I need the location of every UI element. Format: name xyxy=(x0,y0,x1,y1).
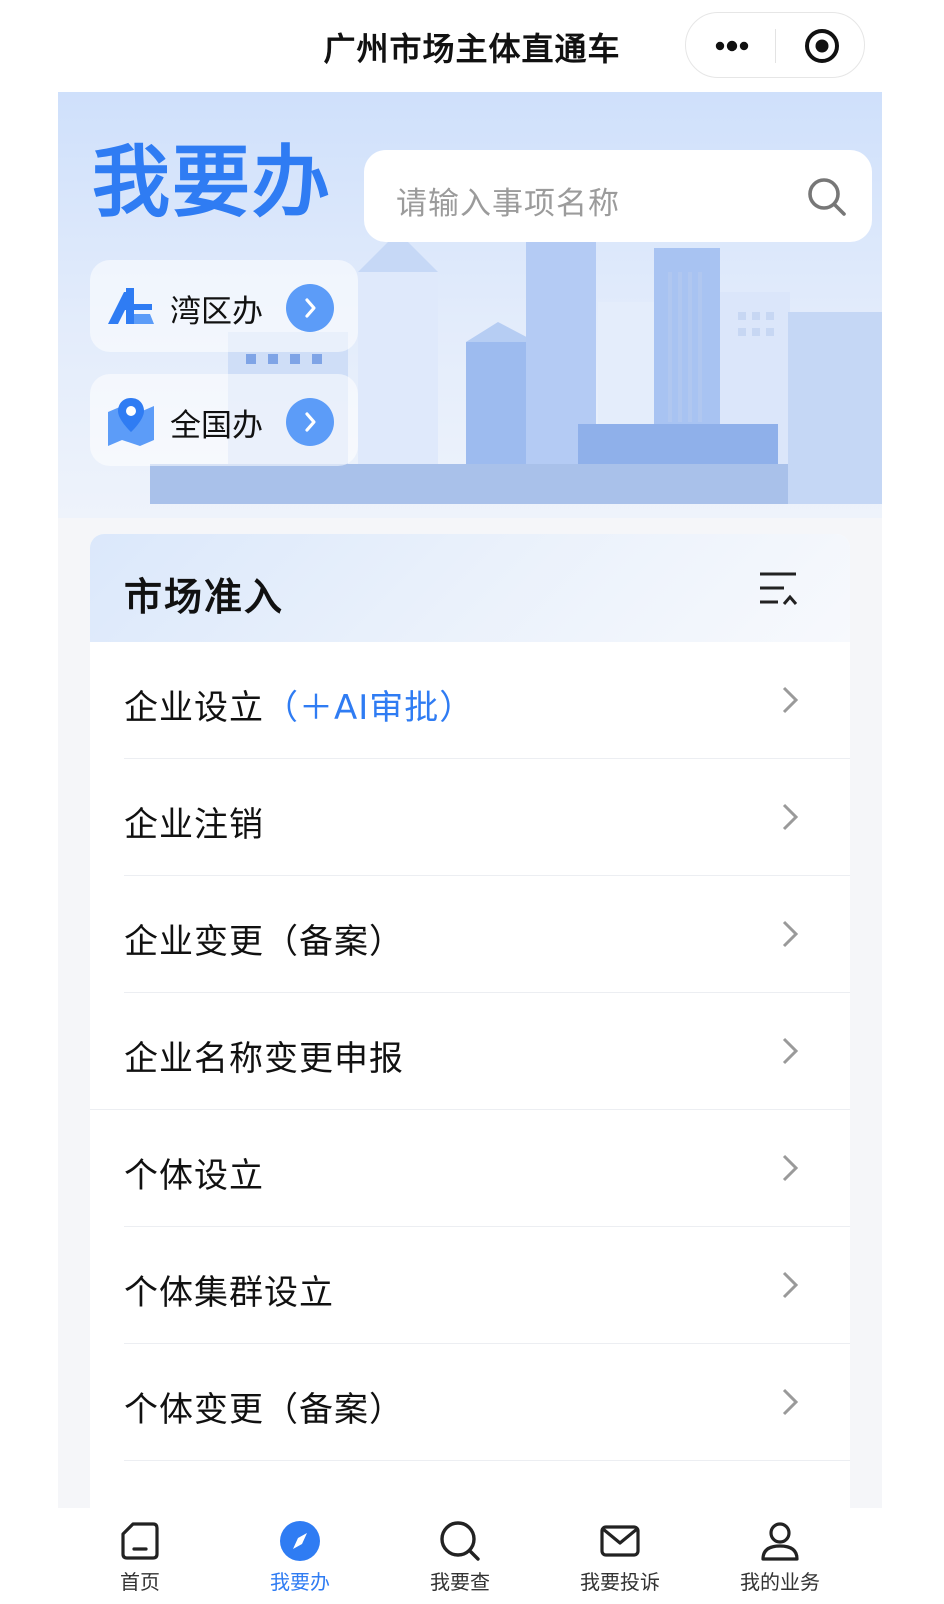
chevron-right-icon xyxy=(782,1037,799,1065)
bay-area-logo-icon xyxy=(108,288,154,324)
item-text: 企业设立 xyxy=(124,688,264,728)
collapse-list-icon[interactable] xyxy=(758,568,798,608)
list-item-label: 企业注销 xyxy=(124,805,264,845)
chevron-right-icon xyxy=(782,1154,799,1182)
search-icon xyxy=(440,1521,480,1561)
section-title: 市场准入 xyxy=(124,575,285,619)
list-item[interactable]: 企业名称变更申报 xyxy=(90,993,850,1110)
close-target-icon[interactable] xyxy=(804,28,840,64)
tab-label: 我要投诉 xyxy=(580,1570,660,1594)
mini-program-capsule xyxy=(685,12,865,78)
user-icon xyxy=(761,1522,799,1561)
list-item-label: 企业名称变更申报 xyxy=(124,1039,404,1079)
map-pin-icon xyxy=(108,398,154,446)
chevron-right-icon xyxy=(305,412,316,432)
list-item[interactable]: 企业注销 xyxy=(90,759,850,876)
card-header: 市场准入 xyxy=(90,534,850,642)
list-item-label: 企业设立（＋AI审批） xyxy=(124,680,474,729)
search-bar[interactable]: 请输入事项名称 xyxy=(364,150,872,242)
chevron-right-icon xyxy=(305,298,316,318)
page-heading: 我要办 xyxy=(92,138,333,228)
row-divider xyxy=(124,1460,850,1461)
list-item[interactable]: 个体变更（备案） xyxy=(90,1344,850,1461)
home-icon xyxy=(121,1522,159,1560)
market-access-card: 市场准入 企业设立（＋AI审批） 企业注销 企业变更（备案） 企业名称变更申报 xyxy=(90,534,850,1508)
ai-approval-tag: （＋AI审批） xyxy=(264,688,475,728)
list-item[interactable]: 个体集群设立 xyxy=(90,1227,850,1344)
main-panel: 我要办 请输入事项名称 湾区办 全国办 市场准入 企业设立（＋AI审批） 企业注… xyxy=(58,92,882,1508)
hero-banner: 我要办 请输入事项名称 湾区办 全国办 xyxy=(58,92,882,518)
tab-complaint[interactable]: 我要投诉 xyxy=(538,1508,702,1604)
chevron-right-icon xyxy=(782,1271,799,1299)
shortcut-label: 全国办 xyxy=(170,408,263,444)
shortcut-arrow-button[interactable] xyxy=(286,284,334,332)
capsule-divider xyxy=(775,29,776,63)
shortcut-bay-area[interactable]: 湾区办 xyxy=(90,260,358,352)
list-item-label: 个体集群设立 xyxy=(124,1273,334,1313)
search-placeholder[interactable]: 请输入事项名称 xyxy=(396,178,620,223)
tab-label: 我要办 xyxy=(270,1570,330,1594)
chevron-right-icon xyxy=(782,1388,799,1416)
mail-icon xyxy=(600,1525,640,1557)
top-nav-bar: 广州市场主体直通车 xyxy=(0,0,944,92)
chevron-right-icon xyxy=(782,920,799,948)
list-item[interactable]: 个体设立 xyxy=(90,1110,850,1227)
tab-my-business[interactable]: 我的业务 xyxy=(698,1508,862,1604)
search-icon[interactable] xyxy=(806,176,848,218)
list-item[interactable]: 企业变更（备案） xyxy=(90,876,850,993)
list-item[interactable]: 企业设立（＋AI审批） xyxy=(90,642,850,759)
tab-todo[interactable]: 我要办 xyxy=(218,1508,382,1604)
list-item-label: 企业变更（备案） xyxy=(124,922,404,962)
shortcut-nationwide[interactable]: 全国办 xyxy=(90,374,358,466)
list-item-label: 个体变更（备案） xyxy=(124,1390,404,1430)
tab-label: 我要查 xyxy=(430,1570,490,1594)
tab-label: 首页 xyxy=(120,1570,160,1594)
list-item-label: 个体设立 xyxy=(124,1156,264,1196)
chevron-right-icon xyxy=(782,803,799,831)
tab-label: 我的业务 xyxy=(740,1570,820,1594)
chevron-right-icon xyxy=(782,686,799,714)
more-options-icon[interactable] xyxy=(712,31,752,61)
bottom-tab-bar: 首页 我要办 我要查 我要投诉 我的业务 xyxy=(0,1508,944,1604)
shortcut-label: 湾区办 xyxy=(170,294,263,330)
compass-icon xyxy=(280,1521,320,1561)
shortcut-arrow-button[interactable] xyxy=(286,398,334,446)
tab-query[interactable]: 我要查 xyxy=(378,1508,542,1604)
tab-home[interactable]: 首页 xyxy=(58,1508,222,1604)
